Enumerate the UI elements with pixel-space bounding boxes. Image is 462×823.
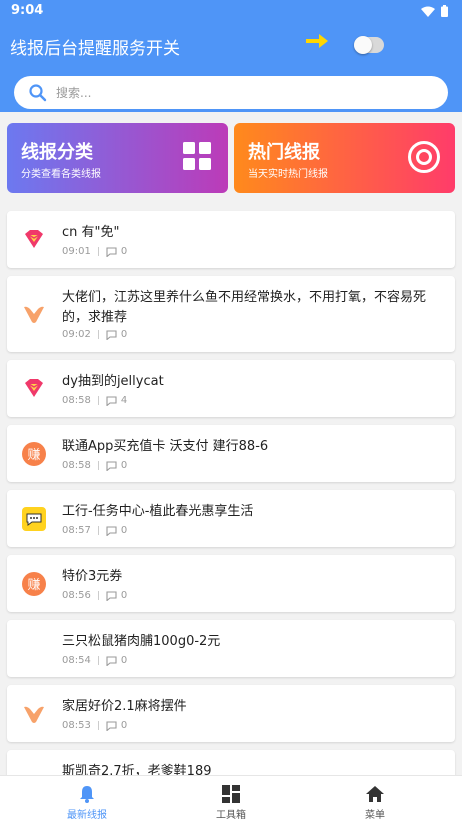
post-title: 特价3元券 xyxy=(62,569,123,584)
post-title: 三只松鼠猪肉脯100g0-2元 xyxy=(62,634,221,649)
post-comment-count: 0 xyxy=(120,590,128,601)
tab-latest[interactable]: 最新线报 xyxy=(10,776,164,823)
post-comment-count: 0 xyxy=(120,246,128,257)
category-subtitle: 当天实时热门线报 xyxy=(248,169,328,180)
post-time: 08:58 xyxy=(62,460,91,471)
bell-icon xyxy=(80,786,94,803)
post-comment-count: 0 xyxy=(120,655,128,666)
post-meta: 08:57 0 xyxy=(62,525,127,536)
post-title: 大佬们，江苏这里养什么鱼不用经常换水，不用打氧，不容易死的，求推荐 xyxy=(62,290,427,325)
status-bar: 9:04 xyxy=(0,0,462,22)
post-title: 联通App买充值卡 沃支付 建行88-6 xyxy=(62,439,269,454)
comment-icon xyxy=(106,246,117,257)
category-title: 线报分类 xyxy=(21,142,93,163)
status-time: 9:04 xyxy=(11,3,44,18)
grid-icon xyxy=(183,142,211,170)
post-meta: 08:58 0 xyxy=(62,460,127,471)
app-header: 9:04 线报后台提醒服务开关 xyxy=(0,0,462,112)
svg-text:赚: 赚 xyxy=(27,447,40,463)
list-item[interactable]: 工行-任务中心-植此春光惠享生活 08:57 0 xyxy=(7,490,455,547)
zhuan-badge-icon: 赚 xyxy=(22,442,46,466)
post-title: 工行-任务中心-植此春光惠享生活 xyxy=(62,504,254,519)
post-time: 08:56 xyxy=(62,590,91,601)
list-item[interactable]: 赚 联通App买充值卡 沃支付 建行88-6 08:58 0 xyxy=(7,425,455,482)
battery-icon xyxy=(441,5,448,17)
post-meta: 09:01 0 xyxy=(62,246,127,257)
arrow-right-icon xyxy=(306,34,328,48)
home-icon xyxy=(366,786,384,802)
post-time: 08:58 xyxy=(62,395,91,406)
list-item[interactable]: cn 有"免" 09:01 0 xyxy=(7,211,455,268)
post-title: cn 有"免" xyxy=(62,225,120,240)
search-bar[interactable] xyxy=(14,76,448,109)
post-comment-count: 0 xyxy=(120,720,128,731)
post-time: 09:01 xyxy=(62,246,91,257)
tab-toolbox[interactable]: 工具箱 xyxy=(154,776,308,823)
title-bar: 线报后台提醒服务开关 xyxy=(0,30,462,60)
v-logo-icon xyxy=(24,706,44,723)
comment-icon xyxy=(106,590,117,601)
page-title: 线报后台提醒服务开关 xyxy=(10,39,180,59)
tab-label: 菜单 xyxy=(365,810,385,821)
post-meta: 08:56 0 xyxy=(62,590,127,601)
tab-menu[interactable]: 菜单 xyxy=(298,776,452,823)
bottom-tab-bar: 最新线报 工具箱 菜单 xyxy=(0,775,462,823)
toggle-knob xyxy=(354,36,372,54)
list-item[interactable]: dy抽到的jellycat 08:58 4 xyxy=(7,360,455,417)
post-comment-count: 4 xyxy=(120,395,128,406)
post-comment-count: 0 xyxy=(120,525,128,536)
dashboard-icon xyxy=(222,785,240,803)
tab-label: 工具箱 xyxy=(216,810,246,821)
post-title: 家居好价2.1麻将摆件 xyxy=(62,699,187,714)
category-card-classify[interactable]: 线报分类 分类查看各类线报 xyxy=(7,123,228,193)
search-icon xyxy=(29,83,47,101)
post-meta: 08:54 0 xyxy=(62,655,127,666)
post-time: 09:02 xyxy=(62,329,91,340)
status-icons xyxy=(421,5,448,17)
comment-icon xyxy=(106,395,117,406)
comment-icon xyxy=(106,460,117,471)
reminder-toggle[interactable] xyxy=(354,36,384,54)
comment-icon xyxy=(106,720,117,731)
post-meta: 08:58 4 xyxy=(62,395,127,406)
search-input[interactable] xyxy=(56,85,416,100)
comment-icon xyxy=(106,329,117,340)
category-card-hot[interactable]: 热门线报 当天实时热门线报 xyxy=(234,123,455,193)
post-comment-count: 0 xyxy=(120,329,128,340)
zhuan-badge-icon: 赚 xyxy=(22,572,46,596)
category-subtitle: 分类查看各类线报 xyxy=(21,169,101,180)
post-title: dy抽到的jellycat xyxy=(62,374,164,389)
post-time: 08:53 xyxy=(62,720,91,731)
comment-icon xyxy=(106,655,117,666)
tab-label: 最新线报 xyxy=(67,810,107,821)
post-time: 08:54 xyxy=(62,655,91,666)
list-item[interactable]: 大佬们，江苏这里养什么鱼不用经常换水，不用打氧，不容易死的，求推荐 09:02 … xyxy=(7,276,455,352)
post-meta: 08:53 0 xyxy=(62,720,127,731)
list-item[interactable]: 三只松鼠猪肉脯100g0-2元 08:54 0 xyxy=(7,620,455,677)
post-meta: 09:02 0 xyxy=(62,329,127,340)
wifi-icon xyxy=(421,6,435,17)
list-item[interactable]: 赚 特价3元券 08:56 0 xyxy=(7,555,455,612)
diamond-logo-icon xyxy=(25,230,43,248)
comment-icon xyxy=(106,525,117,536)
target-icon xyxy=(408,141,440,173)
diamond-logo-icon xyxy=(25,379,43,397)
post-time: 08:57 xyxy=(62,525,91,536)
list-item[interactable]: 家居好价2.1麻将摆件 08:53 0 xyxy=(7,685,455,742)
v-logo-icon xyxy=(24,306,44,323)
chat-bubble-icon xyxy=(22,507,46,531)
post-comment-count: 0 xyxy=(120,460,128,471)
category-title: 热门线报 xyxy=(248,142,320,163)
svg-text:赚: 赚 xyxy=(27,577,40,593)
